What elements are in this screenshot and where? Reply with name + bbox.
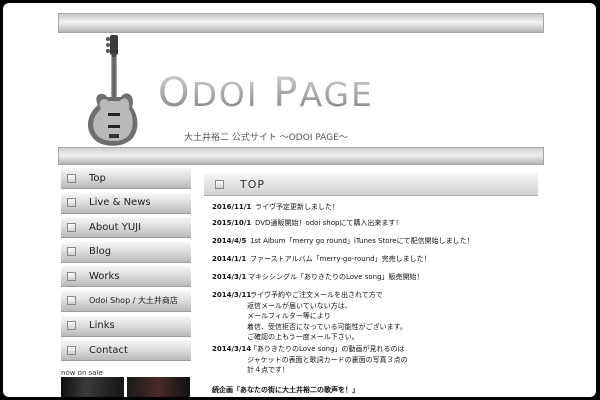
header-bottom-bar [58,147,544,165]
sidebar-item-label: Contact [89,344,128,356]
sidebar-item-works[interactable]: Works [61,266,191,288]
sidebar-item-shop[interactable]: Odoi Shop / 大土井商店 [61,290,191,312]
sidebar-item-label: Live & News [89,197,151,209]
bass-guitar-image [74,33,154,147]
list-item: 2015/10/1 DVD通販開始！odoi shopにて購入出来ます！ [212,218,402,229]
logo-part2-small: AGE [299,75,374,114]
square-bullet-icon [67,247,76,257]
square-bullet-icon [67,296,76,306]
news-date: 2014/4/5 [212,237,247,245]
sidebar-item-top[interactable]: Top [61,168,191,189]
list-item: 2014/3/11ライヴ予約やご注文メールを出されて方で 返信メールが届いていな… [212,290,407,343]
top-bar [58,13,544,33]
site-subtitle: 大土井裕二 公式サイト 〜ODOI PAGE〜 [184,133,348,143]
main-content: TOP 2016/11/1 ライヴ予定更新しました！ 2015/10/1 DVD通販… [204,173,538,397]
news-date: 2014/1/1 [212,255,247,263]
page-title: TOP [240,177,266,191]
sidebar-item-label: Links [89,320,115,332]
news-text: DVD通販開始！odoi shopにて購入出来ます！ [255,219,403,227]
news-date: 2015/10/1 [212,219,252,227]
content-header: TOP [204,173,538,196]
logo-part1-small: DOI [191,75,259,114]
sidebar-item-label: Works [89,270,120,282]
news-text: ライヴ予定更新しました！ [255,203,339,211]
sidebar-item-live-news[interactable]: Live & News [61,192,191,214]
sidebar-item-label: About YUJI [89,221,142,233]
square-bullet-icon [215,179,224,189]
news-date: 2014/3/1 [212,273,247,281]
site-logo: ODOI PAGE [158,70,374,116]
square-bullet-icon [67,345,76,355]
sidebar-nav: Top Live & News About YUJI Blog Works Od… [61,168,191,365]
logo-part1-big: O [158,70,192,116]
square-bullet-icon [67,271,76,281]
now-on-sale-label: now on sale [61,369,103,377]
news-text-line: メールフィルター等により [247,312,331,321]
sidebar-item-links[interactable]: Links [61,315,191,337]
news-date: 2014/3/11 [212,291,252,299]
news-text: マキシシングル「ありきたりのLove song」販売開始！ [248,273,424,281]
news-text-line: 返信メールが届いていない方は、 [247,301,352,310]
news-text: ファーストアルバム「merry-go-round」完売しました！ [250,255,431,263]
list-item: 2014/1/1 ファーストアルバム「merry-go-round」完売しました！ [212,254,431,265]
sidebar-item-label: Top [89,172,106,184]
feature-title: 続企画「あなたの街に大土井裕二の歌声を！」 [212,386,359,394]
header-banner: ODOI PAGE 大土井裕二 公式サイト 〜ODOI PAGE〜 [58,33,542,147]
sidebar-item-contact[interactable]: Contact [61,340,191,362]
logo-part2-big: P [273,70,300,116]
sidebar-item-label: Blog [89,246,112,258]
list-item: 2014/4/5 1st Album「merry go round」iTunes … [212,236,474,247]
news-text-line: 着信、受信拒否になっている可能性がございます。 [247,322,407,331]
page: ODOI PAGE 大土井裕二 公式サイト 〜ODOI PAGE〜 Top Li… [3,3,596,397]
sidebar-item-about[interactable]: About YUJI [61,217,191,239]
news-text: 1st Album「merry go round」iTunes Storeにて配… [250,237,474,245]
list-item: 2016/11/1 ライヴ予定更新しました！ [212,202,339,213]
news-text-line: ジャケットの表面と歌詞カードの裏面の写真３点の [247,355,408,364]
square-bullet-icon [67,222,76,232]
square-bullet-icon [67,173,76,183]
news-text: 「ありきたりのLove song」の動画が見れるのは [250,345,405,353]
news-text-line: ご確認の上もう一度メール下さい。 [247,333,359,342]
news-text-line: 計４点です！ [247,366,289,375]
news-date: 2016/11/1 [212,203,252,211]
news-date: 2014/3/14 [212,345,252,353]
sidebar-item-blog[interactable]: Blog [61,241,191,263]
sidebar-item-label: Odoi Shop / 大土井商店 [89,296,178,306]
square-bullet-icon [67,198,76,208]
news-text: ライヴ予約やご注文メールを出されて方で [250,291,383,299]
dvd-cover-image[interactable] [127,377,190,397]
list-item: 2014/3/1 マキシシングル「ありきたりのLove song」販売開始！ [212,272,424,283]
list-item: 2014/3/14「ありきたりのLove song」の動画が見れるのは ジャケッ… [212,344,408,376]
cd-cover-image[interactable] [61,377,124,397]
square-bullet-icon [67,321,76,331]
